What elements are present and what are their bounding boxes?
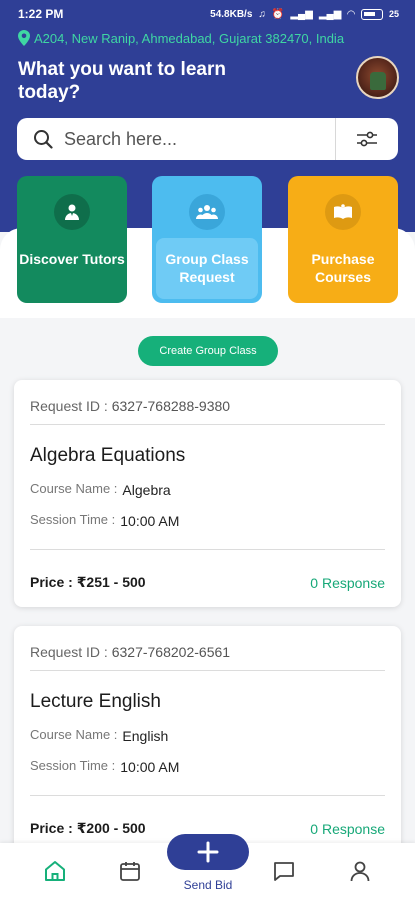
net-speed: 54.8KB/s bbox=[210, 8, 253, 20]
request-id-label: Request ID : bbox=[30, 398, 108, 414]
course-name-row: Course Name : Algebra bbox=[30, 480, 171, 498]
create-group-class-button[interactable]: Create Group Class bbox=[138, 336, 278, 366]
tile-label: Discover Tutors bbox=[19, 251, 125, 267]
battery-icon bbox=[360, 8, 383, 20]
home-icon bbox=[45, 861, 65, 881]
request-card[interactable]: Request ID : 6327-768202-6561 Lecture En… bbox=[14, 626, 401, 866]
location-text: A204, New Ranip, Ahmedabad, Gujarat 3824… bbox=[34, 30, 345, 46]
status-time: 1:22 PM bbox=[18, 7, 64, 21]
nav-calendar[interactable] bbox=[116, 857, 144, 885]
request-id-row: Request ID : 6327-768202-6561 bbox=[30, 644, 230, 660]
page-title: What you want to learn today? bbox=[18, 59, 226, 103]
request-title: Lecture English bbox=[30, 691, 161, 712]
profile-icon bbox=[350, 861, 370, 882]
discover-tutors-tile[interactable]: Discover Tutors bbox=[17, 176, 127, 303]
course-name-value: English bbox=[122, 728, 169, 744]
price-range: Price : ₹200 - 500 bbox=[30, 820, 146, 836]
alarm-icon: ⏰ bbox=[271, 8, 285, 20]
purchase-courses-tile[interactable]: Purchase Courses bbox=[288, 176, 398, 303]
request-id-row: Request ID : 6327-768288-9380 bbox=[30, 398, 230, 414]
group-class-request-tile[interactable]: Group Class Request bbox=[152, 176, 262, 303]
book-icon bbox=[325, 194, 361, 230]
calendar-icon bbox=[120, 862, 140, 881]
search-icon bbox=[34, 130, 53, 149]
request-card[interactable]: Request ID : 6327-768288-9380 Algebra Eq… bbox=[14, 380, 401, 607]
status-bar: 1:22 PM 54.8KB/s ♫ ⏰ ▂▄▆ ▂▄▆ ◠ 25 bbox=[0, 0, 415, 28]
filter-button[interactable] bbox=[336, 118, 398, 160]
request-id: 6327-768288-9380 bbox=[111, 398, 231, 414]
search-bar bbox=[17, 118, 398, 160]
price-range: Price : ₹251 - 500 bbox=[30, 574, 146, 590]
status-icons: 54.8KB/s ♫ ⏰ ▂▄▆ ▂▄▆ ◠ 25 bbox=[210, 8, 399, 20]
session-time-row: Session Time : 10:00 AM bbox=[30, 757, 180, 775]
send-bid-button[interactable] bbox=[167, 834, 249, 870]
search-input[interactable] bbox=[64, 128, 335, 150]
tutor-icon bbox=[54, 194, 90, 230]
nav-profile[interactable] bbox=[346, 857, 374, 885]
course-name-label: Course Name : bbox=[30, 481, 118, 496]
divider bbox=[30, 795, 385, 796]
nav-home[interactable] bbox=[41, 857, 69, 885]
filter-icon bbox=[357, 131, 377, 147]
signal-icon-2: ▂▄▆ bbox=[318, 8, 342, 20]
session-time-label: Session Time : bbox=[30, 758, 116, 773]
divider bbox=[30, 670, 385, 671]
response-count-link[interactable]: 0 Response bbox=[310, 575, 385, 591]
session-time-label: Session Time : bbox=[30, 512, 116, 527]
divider bbox=[30, 549, 385, 550]
location-pin-icon bbox=[18, 30, 30, 46]
course-name-row: Course Name : English bbox=[30, 726, 169, 744]
session-time-value: 10:00 AM bbox=[120, 759, 180, 775]
tile-label: Group Class Request bbox=[165, 251, 249, 285]
avatar[interactable] bbox=[356, 56, 399, 99]
response-count-link[interactable]: 0 Response bbox=[310, 821, 385, 837]
session-time-value: 10:00 AM bbox=[120, 513, 180, 529]
send-bid-label: Send Bid bbox=[183, 878, 233, 892]
wifi-icon: ◠ bbox=[347, 8, 355, 20]
tile-label: Purchase Courses bbox=[311, 251, 375, 285]
plus-icon bbox=[197, 841, 219, 863]
location-row[interactable]: A204, New Ranip, Ahmedabad, Gujarat 3824… bbox=[18, 30, 344, 46]
request-id-label: Request ID : bbox=[30, 644, 108, 660]
course-name-label: Course Name : bbox=[30, 727, 118, 742]
chat-icon bbox=[274, 862, 294, 881]
battery-level: 25 bbox=[388, 9, 399, 19]
divider bbox=[30, 424, 385, 425]
session-time-row: Session Time : 10:00 AM bbox=[30, 511, 180, 529]
signal-icon: ▂▄▆ bbox=[290, 8, 313, 20]
nav-chat[interactable] bbox=[270, 857, 298, 885]
request-title: Algebra Equations bbox=[30, 445, 186, 466]
course-name-value: Algebra bbox=[122, 482, 171, 498]
headphones-icon: ♫ bbox=[258, 8, 266, 20]
group-icon bbox=[189, 194, 225, 230]
request-id: 6327-768202-6561 bbox=[111, 644, 231, 660]
